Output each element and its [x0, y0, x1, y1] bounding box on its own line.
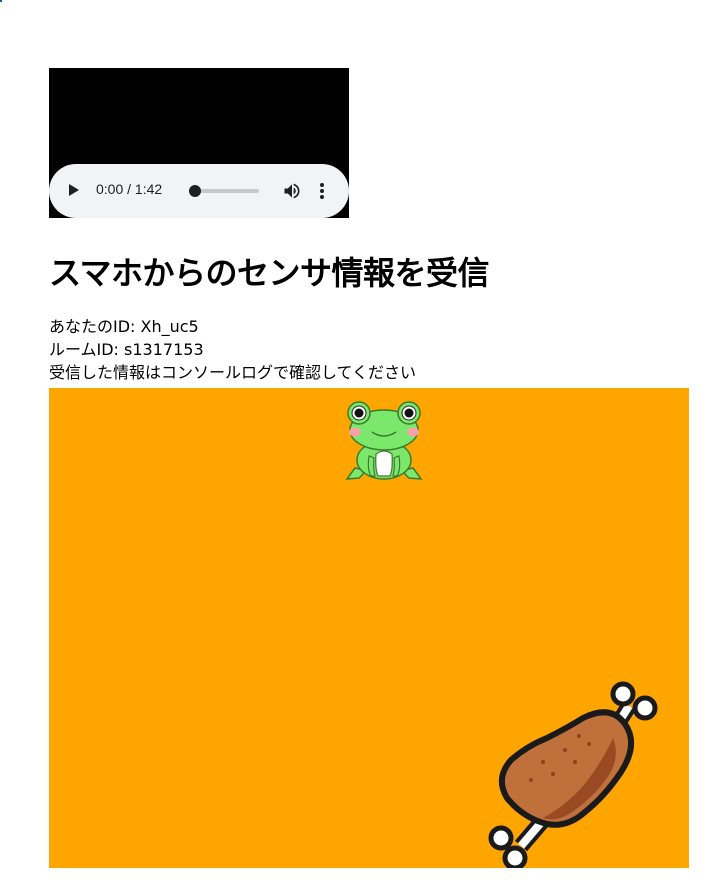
page-title: スマホからのセンサ情報を受信 — [49, 254, 490, 292]
instruction-text: 受信した情報はコンソールログで確認してください — [49, 363, 417, 382]
meat-icon — [488, 681, 658, 868]
volume-icon[interactable] — [282, 181, 302, 201]
time-display: 0:00 / 1:42 — [96, 181, 163, 197]
frog-icon — [345, 401, 423, 480]
more-options-icon[interactable] — [315, 181, 329, 201]
game-canvas[interactable] — [49, 388, 689, 868]
progress-slider[interactable] — [195, 189, 259, 193]
corner-marker — [0, 0, 2, 2]
media-player[interactable]: 0:00 / 1:42 — [49, 68, 349, 218]
your-id-text: あなたのID: Xh_uc5 — [49, 317, 199, 336]
play-icon[interactable] — [69, 184, 79, 196]
audio-controls: 0:00 / 1:42 — [49, 164, 349, 218]
room-id-text: ルームID: s1317153 — [49, 340, 204, 359]
progress-thumb[interactable] — [189, 185, 201, 197]
